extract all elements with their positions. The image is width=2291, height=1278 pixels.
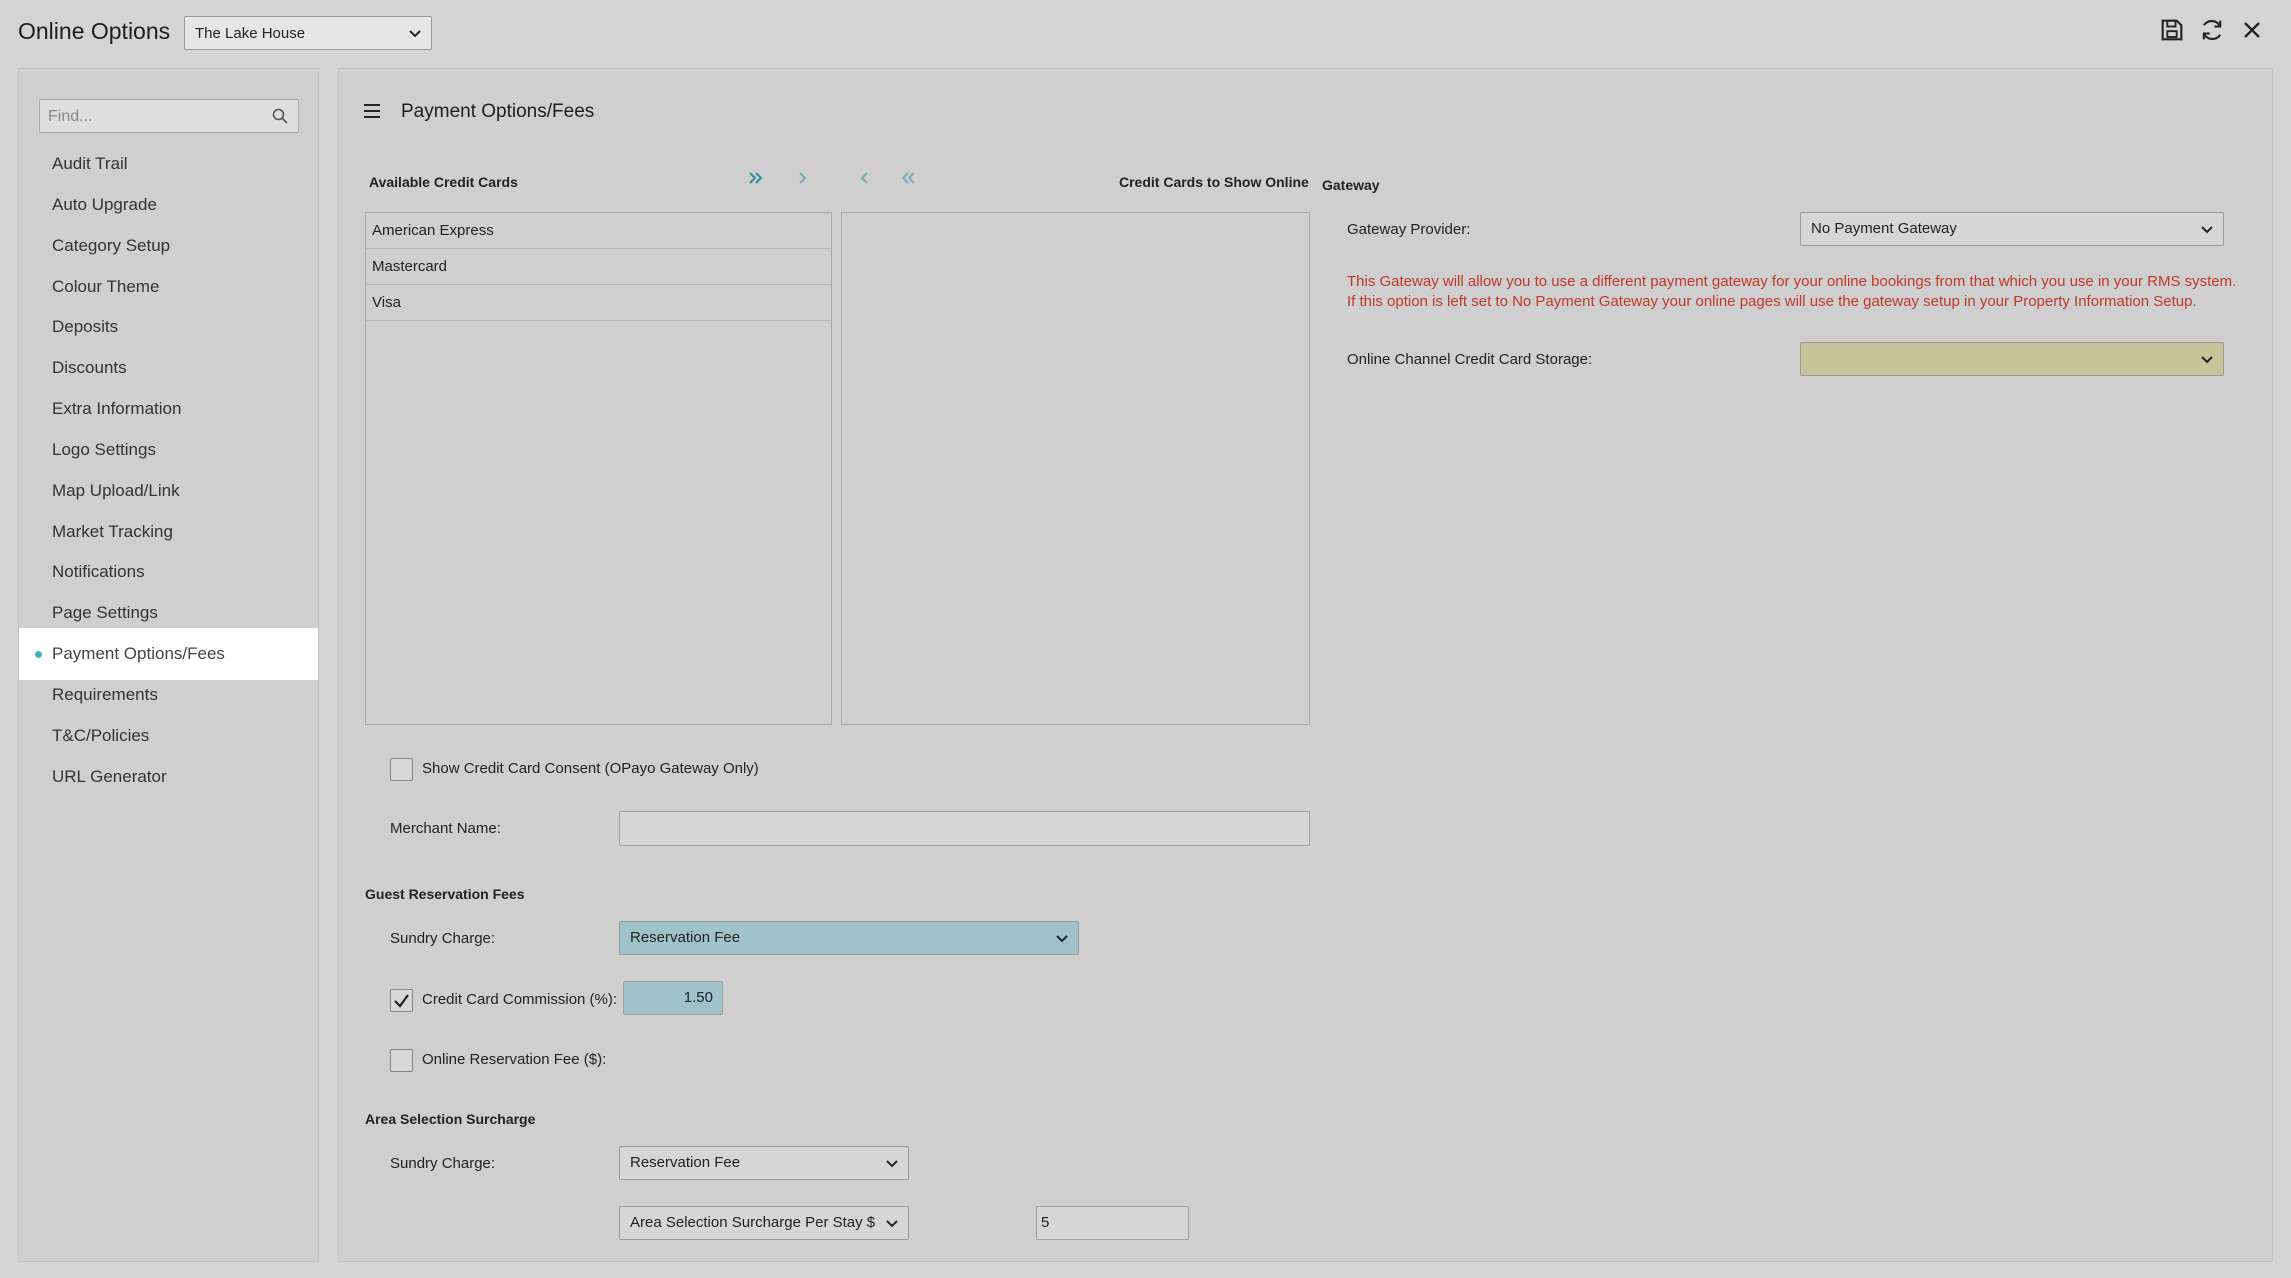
area-surcharge-amount-value: 5 xyxy=(1041,1214,1050,1231)
chevron-down-icon xyxy=(2199,351,2215,367)
area-surcharge-amount-input[interactable]: 5 xyxy=(1036,1206,1189,1240)
main-panel: Payment Options/Fees Available Credit Ca… xyxy=(338,68,2273,1262)
gateway-heading: Gateway xyxy=(1322,177,1380,193)
search-placeholder: Find... xyxy=(48,108,93,125)
chevron-down-icon xyxy=(884,1155,900,1171)
gateway-note: This Gateway will allow you to use a dif… xyxy=(1347,273,2237,310)
close-icon[interactable] xyxy=(2238,16,2266,44)
consent-label: Show Credit Card Consent (OPayo Gateway … xyxy=(422,760,759,777)
refresh-icon[interactable] xyxy=(2198,16,2226,44)
area-surcharge-heading: Area Selection Surcharge xyxy=(365,1111,536,1127)
window-title: Online Options xyxy=(18,18,171,44)
card-storage-select[interactable] xyxy=(1800,342,2224,376)
chevron-down-icon xyxy=(1054,930,1070,946)
area-sundry-select[interactable]: Reservation Fee xyxy=(619,1146,909,1180)
commission-value: 1.50 xyxy=(683,989,713,1006)
card-storage-label: Online Channel Credit Card Storage: xyxy=(1347,351,1593,368)
gateway-provider-value: No Payment Gateway xyxy=(1811,220,1957,237)
gateway-provider-label: Gateway Provider: xyxy=(1347,221,1471,238)
gateway-provider-select[interactable]: No Payment Gateway xyxy=(1800,212,2224,246)
sidebar-item-label: Logo Settings xyxy=(52,440,156,459)
sidebar-item-label: Market Tracking xyxy=(52,522,173,541)
list-item[interactable]: Visa xyxy=(366,285,831,321)
commission-label: Credit Card Commission (%): xyxy=(422,991,618,1008)
consent-checkbox[interactable] xyxy=(390,758,413,781)
sidebar-item-label: Requirements xyxy=(52,685,158,704)
move-left-icon[interactable] xyxy=(855,169,873,187)
page-title: Payment Options/Fees xyxy=(401,101,595,122)
save-icon[interactable] xyxy=(2158,16,2186,44)
search-icon[interactable] xyxy=(272,108,288,124)
sundry-charge-select[interactable]: Reservation Fee xyxy=(619,921,1079,955)
sidebar-item-url-generator[interactable]: URL Generator xyxy=(19,751,318,803)
list-item[interactable]: American Express xyxy=(366,213,831,249)
active-indicator-dot xyxy=(35,651,42,658)
sidebar-item-label: Discounts xyxy=(52,358,127,377)
area-sundry-value: Reservation Fee xyxy=(630,1154,741,1171)
online-fee-label: Online Reservation Fee ($): xyxy=(422,1051,607,1068)
menu-icon[interactable] xyxy=(363,103,381,119)
chevron-down-icon xyxy=(884,1215,900,1231)
move-all-right-icon[interactable] xyxy=(747,169,765,187)
sidebar-item-label: Map Upload/Link xyxy=(52,481,180,500)
chevron-down-icon xyxy=(407,25,423,41)
commission-input[interactable]: 1.50 xyxy=(623,981,723,1015)
available-cards-list[interactable]: American Express Mastercard Visa xyxy=(365,212,832,725)
search-input[interactable]: Find... xyxy=(39,99,299,133)
sidebar-item-label: Extra Information xyxy=(52,399,182,418)
checkmark-icon xyxy=(394,994,409,1008)
sidebar-item-label: Notifications xyxy=(52,562,145,581)
sundry-charge-value: Reservation Fee xyxy=(630,929,741,946)
area-surcharge-type-select[interactable]: Area Selection Surcharge Per Stay $ xyxy=(619,1206,909,1240)
commission-checkbox[interactable] xyxy=(390,989,413,1012)
sidebar: Find... Audit Trail Auto Upgrade Categor… xyxy=(18,68,319,1262)
move-right-icon[interactable] xyxy=(794,169,812,187)
chevron-down-icon xyxy=(2199,221,2215,237)
sidebar-item-label: Page Settings xyxy=(52,603,158,622)
guest-fees-heading: Guest Reservation Fees xyxy=(365,886,525,902)
property-select[interactable]: The Lake House xyxy=(184,16,432,50)
show-online-cards-label: Credit Cards to Show Online xyxy=(1119,174,1309,190)
move-all-left-icon[interactable] xyxy=(899,169,917,187)
sidebar-item-label: Colour Theme xyxy=(52,277,160,296)
sidebar-item-label: URL Generator xyxy=(52,767,167,786)
online-fee-checkbox[interactable] xyxy=(390,1049,413,1072)
merchant-name-input[interactable] xyxy=(619,811,1310,846)
sidebar-item-label: Auto Upgrade xyxy=(52,195,157,214)
sidebar-item-label: Deposits xyxy=(52,317,119,336)
property-select-value: The Lake House xyxy=(195,25,306,42)
area-sundry-label: Sundry Charge: xyxy=(390,1155,496,1172)
sidebar-item-label: Payment Options/Fees xyxy=(52,644,225,663)
available-cards-label: Available Credit Cards xyxy=(369,174,518,190)
show-online-cards-list[interactable] xyxy=(841,212,1310,725)
sidebar-item-label: Category Setup xyxy=(52,236,171,255)
merchant-name-label: Merchant Name: xyxy=(390,820,501,837)
list-item[interactable]: Mastercard xyxy=(366,249,831,285)
area-surcharge-type-value: Area Selection Surcharge Per Stay $ xyxy=(630,1214,876,1231)
sidebar-item-label: Audit Trail xyxy=(52,154,128,173)
sidebar-item-label: T&C/Policies xyxy=(52,726,150,745)
sundry-charge-label: Sundry Charge: xyxy=(390,930,496,947)
